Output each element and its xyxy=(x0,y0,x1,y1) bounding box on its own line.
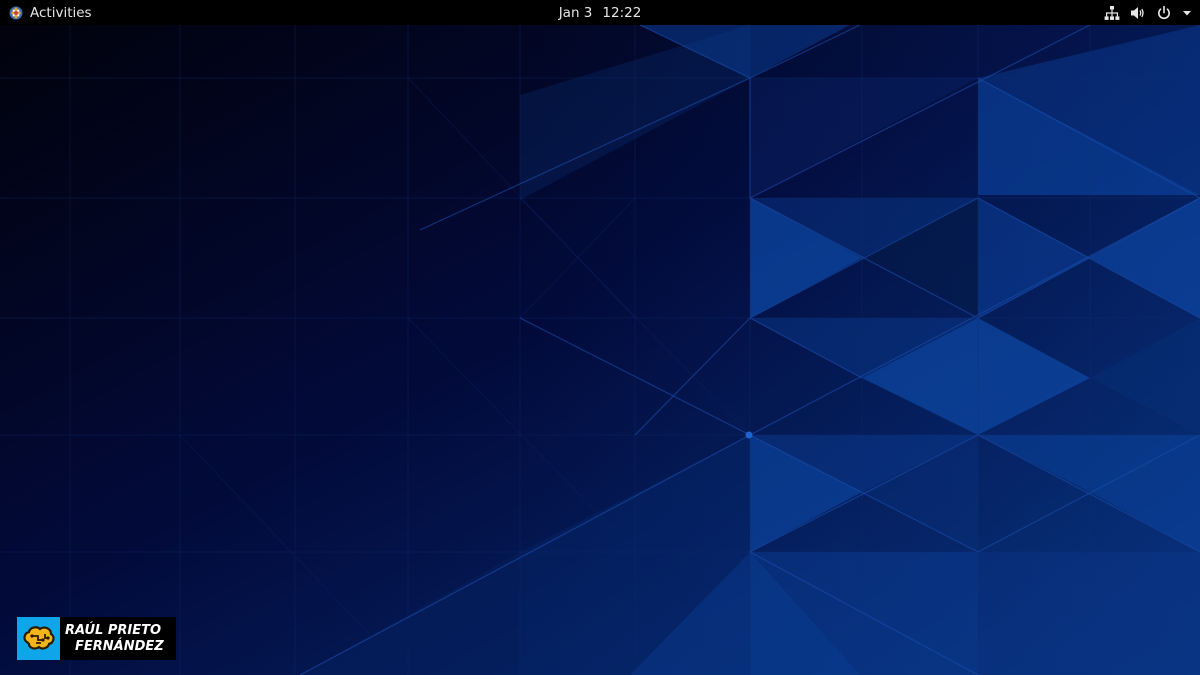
watermark-line2: FERNÁNDEZ xyxy=(75,638,164,654)
activities-button[interactable]: Activities xyxy=(8,0,92,25)
activities-label: Activities xyxy=(30,4,92,21)
network-icon xyxy=(1104,5,1120,20)
watermark-line1: RAÚL PRIETO xyxy=(65,622,162,638)
watermark: RAÚL PRIETO FERNÁNDEZ xyxy=(17,617,176,660)
activities-icon xyxy=(9,6,23,19)
top-bar: Activities Jan 3 12:22 xyxy=(0,0,1200,25)
volume-icon xyxy=(1131,6,1144,19)
power-icon xyxy=(1158,5,1170,19)
chevron-down-icon xyxy=(1183,10,1191,15)
system-menu[interactable] xyxy=(1104,0,1192,25)
desktop-wallpaper xyxy=(0,25,1200,675)
watermark-text: RAÚL PRIETO FERNÁNDEZ xyxy=(60,617,176,660)
clock-time[interactable]: 12:22 xyxy=(602,5,641,21)
clock-date[interactable]: Jan 3 xyxy=(559,5,593,21)
clock: Jan 3 12:22 xyxy=(0,0,1200,25)
brain-icon xyxy=(17,617,60,660)
